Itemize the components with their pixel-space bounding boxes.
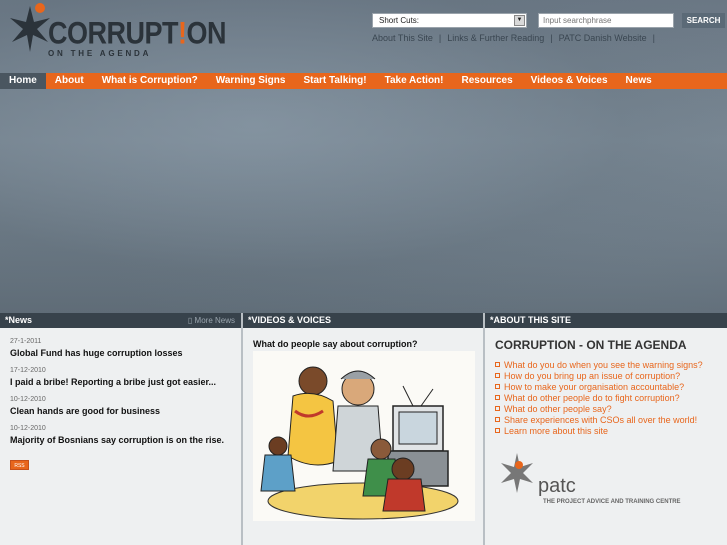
bullet-icon: [495, 384, 500, 389]
main-nav: Home About What is Corruption? Warning S…: [0, 73, 727, 89]
about-link[interactable]: Learn more about this site: [495, 426, 727, 437]
nav-item-take-action[interactable]: Take Action!: [376, 73, 453, 89]
nav-item-videos-voices[interactable]: Videos & Voices: [522, 73, 617, 89]
about-link[interactable]: How to make your organisation accountabl…: [495, 382, 727, 393]
logo-title: CORRUPT!ON: [48, 15, 226, 51]
news-date: 10-12-2010: [10, 396, 46, 403]
link-separator: |: [438, 33, 442, 43]
videos-panel: *VIDEOS & VOICES What do people say abou…: [243, 313, 483, 545]
link-patc-danish[interactable]: PATC Danish Website: [559, 33, 647, 43]
nav-item-about[interactable]: About: [46, 73, 93, 89]
bullet-icon: [495, 373, 500, 378]
nav-item-resources[interactable]: Resources: [453, 73, 522, 89]
bullet-icon: [495, 406, 500, 411]
nav-item-warning-signs[interactable]: Warning Signs: [207, 73, 295, 89]
news-heading: *News ▯ More News: [0, 313, 241, 328]
news-title-link[interactable]: Majority of Bosnians say corruption is o…: [10, 435, 231, 445]
about-link[interactable]: What do other people say?: [495, 404, 727, 415]
bullet-icon: [495, 428, 500, 433]
videos-heading: *VIDEOS & VOICES: [243, 313, 483, 328]
rss-icon[interactable]: RSS: [10, 460, 29, 470]
search-input[interactable]: [538, 13, 674, 28]
news-date: 27-1-2011: [10, 338, 42, 345]
news-date: 17-12-2010: [10, 367, 46, 374]
patc-name: patc: [538, 475, 576, 497]
about-link[interactable]: How do you bring up an issue of corrupti…: [495, 371, 727, 382]
about-link[interactable]: Share experiences with CSOs all over the…: [495, 415, 727, 426]
nav-item-home[interactable]: Home: [0, 73, 46, 89]
logo-subtitle: ON THE AGENDA: [48, 49, 152, 58]
list-item: 10-12-2010 Clean hands are good for busi…: [10, 396, 231, 416]
about-links: What do you do when you see the warning …: [485, 360, 727, 437]
about-link[interactable]: What do you do when you see the warning …: [495, 360, 727, 371]
nav-item-news[interactable]: News: [617, 73, 661, 89]
news-title-link[interactable]: I paid a bribe! Reporting a bribe just g…: [10, 377, 231, 387]
news-title-link[interactable]: Global Fund has huge corruption losses: [10, 348, 231, 358]
arrow-icon: ▯: [187, 316, 193, 325]
link-separator: |: [652, 33, 655, 43]
chevron-down-icon[interactable]: ▼: [514, 15, 525, 26]
about-link[interactable]: What do other people do to fight corrupt…: [495, 393, 727, 404]
news-title-link[interactable]: Clean hands are good for business: [10, 406, 231, 416]
nav-item-start-talking[interactable]: Start Talking!: [294, 73, 375, 89]
patc-logo[interactable]: patc THE PROJECT ADVICE AND TRAINING CEN…: [495, 451, 720, 511]
cartoon-image[interactable]: [253, 351, 475, 521]
search-button[interactable]: SEARCH: [682, 13, 725, 28]
patc-star-icon: [501, 453, 533, 493]
link-further-reading[interactable]: Links & Further Reading: [447, 33, 544, 43]
news-panel: *News ▯ More News 27-1-2011 Global Fund …: [0, 313, 241, 545]
patc-fullname: THE PROJECT ADVICE AND TRAINING CENTRE: [543, 499, 681, 505]
top-links: About This Site | Links & Further Reading |…: [372, 33, 661, 43]
news-list: 27-1-2011 Global Fund has huge corruptio…: [0, 328, 241, 472]
link-separator: |: [550, 33, 553, 43]
site-logo[interactable]: CORRUPT!ON ON THE AGENDA: [0, 0, 226, 66]
list-item: 10-12-2010 Majority of Bosnians say corr…: [10, 425, 231, 445]
nav-item-what-is-corruption[interactable]: What is Corruption?: [93, 73, 207, 89]
list-item: 27-1-2011 Global Fund has huge corruptio…: [10, 338, 231, 358]
bullet-icon: [495, 395, 500, 400]
link-about-site[interactable]: About This Site: [372, 33, 433, 43]
about-title: CORRUPTION - ON THE AGENDA: [495, 338, 687, 352]
news-date: 10-12-2010: [10, 425, 46, 432]
list-item: 17-12-2010 I paid a bribe! Reporting a b…: [10, 367, 231, 387]
bullet-icon: [495, 362, 500, 367]
video-question[interactable]: What do people say about corruption?: [243, 328, 483, 349]
shortcuts-select[interactable]: Short Cuts: ▼: [372, 13, 527, 28]
column-divider: [241, 313, 243, 545]
shortcuts-label: Short Cuts:: [379, 16, 420, 25]
about-panel: *ABOUT THIS SITE CORRUPTION - ON THE AGE…: [485, 313, 727, 545]
about-heading: *ABOUT THIS SITE: [485, 313, 727, 328]
more-news-link[interactable]: ▯ More News: [188, 313, 235, 328]
column-divider: [483, 313, 485, 545]
bullet-icon: [495, 417, 500, 422]
